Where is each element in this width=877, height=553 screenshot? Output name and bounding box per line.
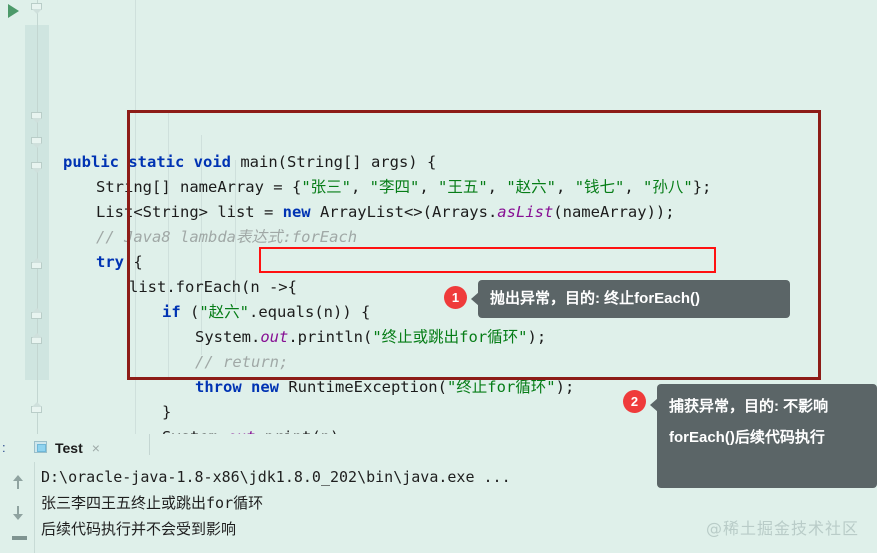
console-window-icon [34,441,49,455]
code-token: "赵六" [506,178,557,196]
code-token: new [282,203,320,221]
code-token: if [162,303,190,321]
code-token: .println( [288,328,373,346]
ide-screenshot: public static void main(String[] args) {… [0,0,877,553]
annotation-tooltip-2: 捕获异常，目的: 不影响forEach()后续代码执行 [650,384,877,488]
code-token: } [162,403,172,421]
code-token: "钱七" [574,178,625,196]
code-token: RuntimeException( [288,378,447,396]
watermark: @稀土掘金技术社区 [705,519,859,538]
run-triangle-icon[interactable] [8,4,19,18]
annotation-tooltip-2-text: 捕获异常，目的: 不影响forEach()后续代码执行 [669,398,829,446]
tab-bar-prefix: : [2,440,6,455]
code-token: new [251,378,289,396]
code-token: public [63,153,129,171]
code-token: , [487,178,507,196]
soft-wrap-button[interactable] [9,536,27,553]
code-token: , [556,178,575,196]
code-token: "李四" [369,178,420,196]
annotation-tooltip-1-text: 抛出异常，目的: 终止forEach() [490,290,701,307]
code-token: ); [527,328,547,346]
scroll-down-button[interactable] [9,506,27,524]
code-token: , [419,178,438,196]
code-token: String[] nameArray = { [96,178,302,196]
code-token: "终止或跳出for循环" [372,328,528,346]
fold-collapse-icon[interactable] [31,3,44,16]
code-token: }; [692,178,712,196]
code-token: .equals(n)) { [249,303,371,321]
code-editor[interactable]: public static void main(String[] args) {… [0,0,877,434]
code-line[interactable]: List<String> list = new ArrayList<>(Arra… [58,200,877,225]
code-token: main(String[] args) { [240,153,437,171]
code-token: List<String> list = [96,203,283,221]
fold-collapse-icon[interactable] [31,162,44,175]
console-toolbar-divider [34,462,35,553]
code-token: // Java8 lambda表达式:forEach [96,228,358,246]
fold-expand-icon[interactable] [31,402,44,419]
code-token: "张三" [301,178,351,196]
code-token: "赵六" [199,303,250,321]
code-token: , [624,178,644,196]
console-toolbar[interactable] [0,462,35,553]
fold-collapse-icon[interactable] [31,112,44,125]
code-token: "王五" [438,178,488,196]
annotation-badge-2[interactable]: 2 [623,390,646,413]
code-token: { [133,253,143,271]
editor-gutter[interactable] [0,0,58,434]
tooltip-arrow-icon [471,292,479,306]
scroll-up-button[interactable] [9,475,27,494]
code-line[interactable]: try { [58,250,877,275]
fold-expand-icon[interactable] [31,333,44,350]
code-token: (nameArray)); [553,203,675,221]
code-token: throw [195,378,251,396]
code-token: ); [555,378,575,396]
code-line[interactable]: public static void main(String[] args) { [58,150,877,175]
arrow-up-icon [13,475,23,489]
code-line[interactable]: System.out.println("终止或跳出for循环"); [58,325,877,350]
run-tab-test[interactable]: Test × [34,436,100,460]
fold-expand-icon[interactable] [31,258,44,275]
code-line[interactable]: String[] nameArray = {"张三", "李四", "王五", … [58,175,877,200]
console-line: 张三李四王五终止或跳出for循环 [41,494,264,512]
code-line[interactable]: // Java8 lambda表达式:forEach [58,225,877,250]
code-token: System. [195,328,261,346]
fold-expand-icon[interactable] [31,308,44,325]
tooltip-arrow-icon [650,398,658,412]
fold-guide-line [37,0,38,434]
code-token: // return; [195,353,289,371]
annotation-tooltip-1: 抛出异常，目的: 终止forEach() [471,280,790,318]
run-tab-label: Test [55,440,83,456]
close-icon[interactable]: × [92,440,100,456]
annotation-badge-1[interactable]: 1 [444,286,467,309]
code-text-area[interactable]: public static void main(String[] args) {… [58,0,877,434]
tab-bar-separator [149,434,150,455]
code-token: asList [497,203,554,221]
code-token: "终止for循环" [446,378,556,396]
minus-bar-icon [12,536,27,540]
code-token: list.forEach(n ->{ [129,278,297,296]
fold-collapse-icon[interactable] [31,137,44,150]
code-token: void [193,153,241,171]
code-token: "孙八" [643,178,693,196]
code-token: ( [190,303,200,321]
code-line[interactable]: // return; [58,350,877,375]
code-token: ArrayList<>(Arrays. [319,203,498,221]
code-token: static [128,153,194,171]
code-token: , [350,178,370,196]
arrow-down-icon [13,506,23,520]
code-token: try [96,253,134,271]
code-token: out [260,328,289,346]
